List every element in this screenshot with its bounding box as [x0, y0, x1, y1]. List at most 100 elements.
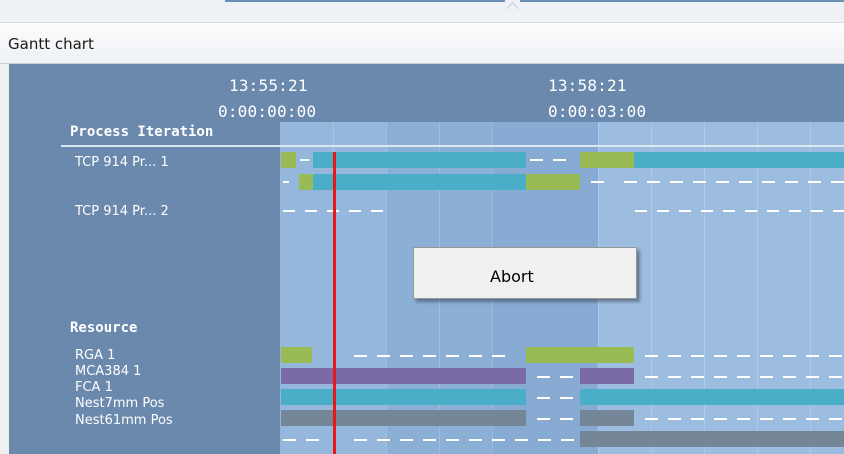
task-bar[interactable] [281, 389, 526, 405]
idle-dash [423, 355, 436, 357]
idle-dash [561, 439, 574, 441]
idle-dash [811, 210, 823, 212]
task-bar[interactable] [580, 389, 844, 405]
idle-dash [300, 159, 309, 161]
time-axis-elapsed-label: 0:00:00:00 [218, 102, 317, 121]
idle-dash [537, 376, 550, 378]
idle-dash [679, 210, 691, 212]
task-bar[interactable] [281, 347, 312, 363]
task-bar[interactable] [634, 152, 844, 168]
idle-dash [714, 355, 727, 357]
idle-dash [469, 355, 482, 357]
time-axis-clock-label: 13:58:21 [548, 76, 627, 95]
idle-dash [657, 210, 669, 212]
idle-dash [783, 418, 796, 420]
idle-dash [737, 376, 750, 378]
idle-dash [691, 418, 704, 420]
task-bar[interactable] [281, 410, 526, 426]
idle-dash [492, 355, 505, 357]
idle-dash [723, 210, 735, 212]
row-label-process-2[interactable]: TCP 914 Pr... 2 [75, 204, 169, 219]
task-bar[interactable] [299, 174, 313, 190]
panel-title: Gantt chart [8, 35, 94, 53]
task-bar[interactable] [580, 368, 634, 384]
row-label-nest61mm-pos[interactable]: Nest61mm Pos [75, 413, 173, 428]
idle-dash [767, 210, 779, 212]
idle-dash [537, 397, 550, 399]
idle-dash [423, 439, 436, 441]
idle-dash [283, 210, 295, 212]
idle-dash [831, 181, 844, 183]
idle-dash [691, 376, 704, 378]
idle-dash [693, 181, 706, 183]
row-label-fca-1[interactable]: FCA 1 [75, 380, 113, 395]
time-axis-clock-label: 13:55:21 [229, 76, 308, 95]
idle-dash [760, 376, 773, 378]
idle-dash [829, 418, 842, 420]
task-bar[interactable] [580, 152, 634, 168]
gantt-chart[interactable]: 13:55:21 0:00:00:00 13:58:21 0:00:03:00 … [9, 64, 844, 454]
idle-dash [762, 181, 775, 183]
idle-dash [446, 355, 459, 357]
idle-dash [785, 181, 798, 183]
idle-dash [492, 439, 505, 441]
idle-dash [737, 355, 750, 357]
current-time-marker[interactable] [333, 152, 336, 454]
idle-dash [624, 181, 637, 183]
idle-dash [537, 418, 550, 420]
idle-dash [645, 418, 658, 420]
idle-dash [400, 355, 413, 357]
idle-dash [591, 181, 604, 183]
idle-dash [783, 355, 796, 357]
idle-dash [354, 355, 367, 357]
row-label-process-1[interactable]: TCP 914 Pr... 1 [75, 155, 169, 170]
row-label-rga-1[interactable]: RGA 1 [75, 348, 115, 363]
idle-dash [469, 439, 482, 441]
idle-dash [760, 418, 773, 420]
idle-dash [668, 376, 681, 378]
axis-separator [61, 145, 844, 147]
idle-dash [760, 355, 773, 357]
idle-dash [305, 210, 317, 212]
abort-menu-item[interactable]: Abort [416, 250, 632, 294]
task-bar[interactable] [526, 347, 634, 363]
idle-dash [668, 418, 681, 420]
tab-indicator-left [225, 0, 505, 2]
row-label-mca384-1[interactable]: MCA384 1 [75, 364, 141, 379]
idle-dash [446, 439, 459, 441]
task-bar[interactable] [281, 368, 526, 384]
idle-dash [560, 418, 573, 420]
row-label-nest7mm-pos[interactable]: Nest7mm Pos [75, 396, 164, 411]
time-axis-elapsed-label: 0:00:03:00 [548, 102, 647, 121]
idle-dash [349, 210, 361, 212]
idle-dash [645, 376, 658, 378]
task-bar[interactable] [526, 174, 580, 190]
idle-dash [668, 355, 681, 357]
idle-dash [833, 210, 844, 212]
idle-dash [538, 439, 551, 441]
idle-dash [829, 376, 842, 378]
tab-indicator-right [520, 0, 844, 2]
idle-dash [515, 439, 528, 441]
idle-dash [635, 210, 647, 212]
idle-dash [530, 159, 543, 161]
idle-dash [701, 210, 713, 212]
panel-header: Gantt chart [0, 23, 844, 64]
idle-dash [354, 439, 367, 441]
idle-dash [553, 159, 566, 161]
idle-dash [739, 181, 752, 183]
task-bar[interactable] [580, 431, 844, 447]
idle-dash [808, 181, 821, 183]
idle-dash [377, 355, 390, 357]
task-bar[interactable] [580, 410, 634, 426]
task-bar[interactable] [313, 174, 526, 190]
idle-dash [670, 181, 683, 183]
task-bar[interactable] [281, 152, 296, 168]
top-tab-strip [0, 0, 844, 23]
idle-dash [306, 439, 319, 441]
idle-dash [829, 355, 842, 357]
section-header-resource: Resource [70, 320, 138, 336]
idle-dash [283, 439, 296, 441]
task-bar[interactable] [313, 152, 526, 168]
splitter-grip-icon[interactable] [506, 2, 519, 15]
